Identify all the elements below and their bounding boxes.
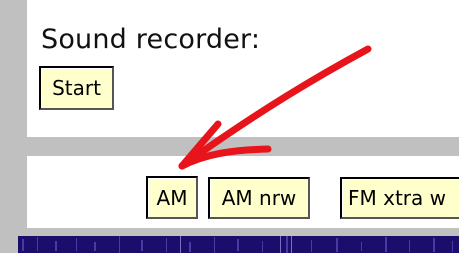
am-narrow-mode-button[interactable]: AM nrw bbox=[208, 177, 310, 219]
start-recording-button[interactable]: Start bbox=[39, 66, 114, 110]
fm-extra-wide-mode-button[interactable]: FM xtra w bbox=[340, 177, 459, 219]
waterfall-display[interactable] bbox=[18, 236, 459, 253]
am-mode-button[interactable]: AM bbox=[146, 176, 198, 219]
sound-recorder-title: Sound recorder: bbox=[41, 24, 261, 55]
waterfall-noise bbox=[22, 236, 453, 253]
